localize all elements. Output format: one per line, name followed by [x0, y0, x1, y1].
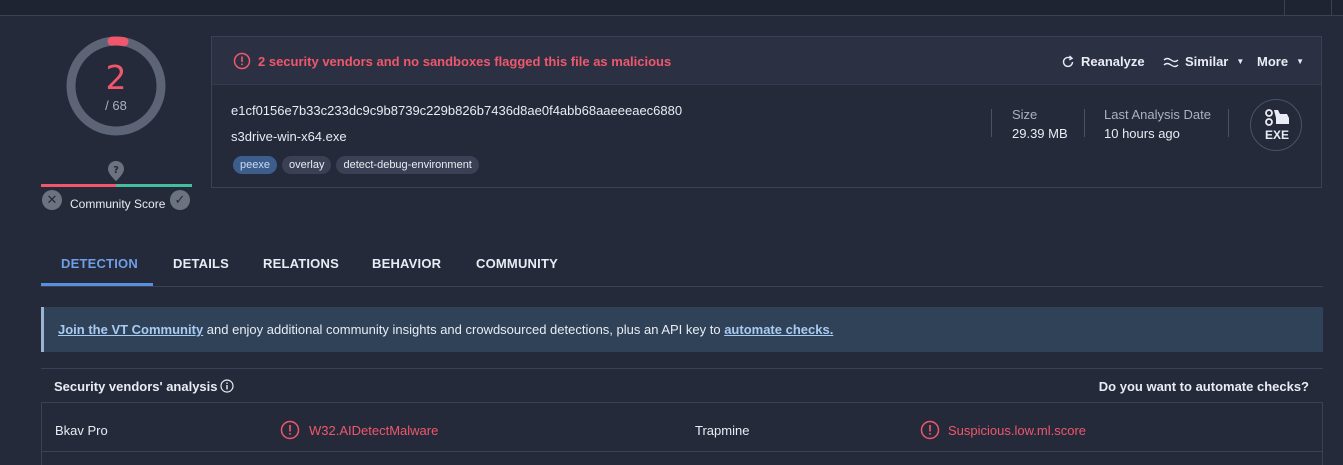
- tab-bar: DETECTION DETAILS RELATIONS BEHAVIOR COM…: [41, 246, 1323, 287]
- vendors-title: Security vendors' analysis: [54, 379, 218, 394]
- active-tab-indicator: [41, 283, 153, 286]
- file-type-badge: EXE: [1250, 99, 1302, 151]
- meta-divider: [1084, 109, 1085, 137]
- similar-button[interactable]: Similar ▼: [1163, 54, 1244, 69]
- last-analysis-label: Last Analysis Date: [1104, 107, 1211, 122]
- top-bar: [0, 0, 1343, 16]
- automate-checks-link[interactable]: automate checks.: [724, 322, 833, 337]
- file-tags: peexe overlay detect-debug-environment: [233, 156, 479, 174]
- tab-community[interactable]: COMMUNITY: [476, 256, 558, 271]
- reanalyze-icon: [1062, 54, 1074, 67]
- alert-icon: [233, 52, 251, 70]
- vendor-row: [41, 452, 1323, 465]
- file-summary-card: 2 security vendors and no sandboxes flag…: [211, 36, 1322, 188]
- tab-behavior[interactable]: BEHAVIOR: [372, 256, 441, 271]
- detection-score-gauge: 2 / 68: [64, 34, 168, 138]
- detection-count: 2: [105, 58, 127, 97]
- community-score-label: Community Score: [70, 197, 166, 211]
- last-analysis-value: 10 hours ago: [1104, 126, 1180, 141]
- reanalyze-label: Reanalyze: [1081, 54, 1145, 69]
- malicious-alert-icon: [920, 420, 940, 440]
- tab-relations[interactable]: RELATIONS: [263, 256, 339, 271]
- tag-peexe[interactable]: peexe: [233, 156, 277, 174]
- vote-malicious-icon[interactable]: ✕: [42, 190, 62, 210]
- vendor-result: Suspicious.low.ml.score: [948, 423, 1086, 438]
- tag-detect-debug-environment[interactable]: detect-debug-environment: [336, 156, 479, 174]
- card-header: 2 security vendors and no sandboxes flag…: [212, 37, 1321, 85]
- tab-details[interactable]: DETAILS: [173, 256, 229, 271]
- community-banner-text: Join the VT Community and enjoy addition…: [58, 322, 833, 337]
- size-value: 29.39 MB: [1012, 126, 1068, 141]
- automate-checks-prompt[interactable]: Do you want to automate checks?: [1099, 379, 1309, 394]
- meta-divider: [1228, 109, 1229, 137]
- chevron-down-icon: ▼: [1236, 57, 1245, 66]
- vendor-name: Trapmine: [695, 423, 750, 438]
- tag-overlay[interactable]: overlay: [281, 156, 332, 174]
- top-bar-divider: [1331, 0, 1332, 15]
- chevron-down-icon: ▼: [1296, 57, 1304, 66]
- info-icon[interactable]: [220, 379, 234, 393]
- join-community-link[interactable]: Join the VT Community: [58, 322, 203, 337]
- detection-total: / 68: [105, 98, 127, 113]
- size-label: Size: [1012, 107, 1038, 122]
- top-bar-divider: [1284, 0, 1285, 15]
- community-banner: Join the VT Community and enjoy addition…: [41, 307, 1323, 352]
- file-type-label: EXE: [1264, 128, 1289, 142]
- similar-icon: [1163, 57, 1179, 67]
- vote-harmless-icon[interactable]: ✓: [170, 190, 190, 210]
- tab-detection[interactable]: DETECTION: [61, 256, 138, 271]
- vendor-result: W32.AIDetectMalware: [309, 423, 439, 438]
- meta-divider: [991, 109, 992, 137]
- vendors-header: Security vendors' analysis Do you want t…: [41, 368, 1323, 403]
- community-score-marker-icon: ?: [108, 161, 124, 181]
- vendor-name: Bkav Pro: [55, 423, 108, 438]
- more-button[interactable]: More ▼: [1257, 54, 1304, 69]
- more-label: More: [1257, 54, 1289, 69]
- similar-label: Similar: [1185, 54, 1229, 69]
- exe-file-icon: [1265, 109, 1289, 126]
- detection-alert-text: 2 security vendors and no sandboxes flag…: [258, 54, 672, 69]
- vendor-row: Bkav Pro W32.AIDetectMalware Trapmine Su…: [41, 403, 1323, 452]
- banner-middle-text: and enjoy additional community insights …: [203, 322, 725, 337]
- svg-text:?: ?: [113, 165, 119, 176]
- community-score-bar: [41, 184, 192, 187]
- reanalyze-button[interactable]: Reanalyze: [1061, 54, 1145, 69]
- malicious-alert-icon: [280, 420, 300, 440]
- file-hash[interactable]: e1cf0156e7b33c233dc9c9b8739c229b826b7436…: [231, 103, 682, 118]
- file-name: s3drive-win-x64.exe: [231, 129, 347, 144]
